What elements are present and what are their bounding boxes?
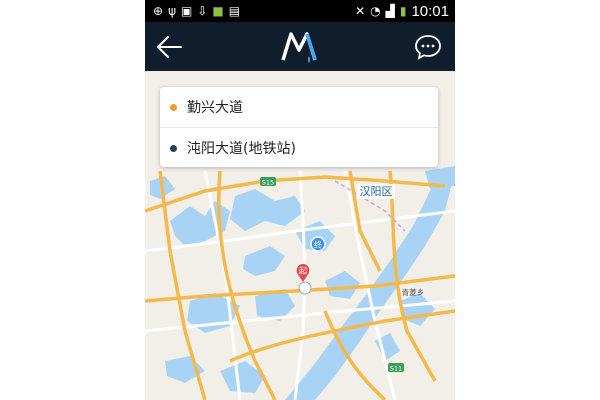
svg-text:汉阳区: 汉阳区 — [360, 185, 393, 198]
road-shield-s11: S11 — [388, 363, 404, 373]
area-label: 青菱乡 — [402, 287, 425, 297]
location-circle — [298, 281, 312, 295]
start-location-row[interactable]: 勤兴大道 — [160, 87, 438, 127]
signal-icon: ▟ — [385, 4, 395, 18]
end-location-row[interactable]: 沌阳大道(地铁站) — [160, 127, 438, 168]
road-shield-s15: S15 — [260, 177, 276, 187]
app-logo — [279, 30, 319, 64]
phone-screen: S15 S11 汉阳区 青菱乡 终 起 ⊕ ψ ▣ ⇩ ■ ▤ ✕ ◔ ▟ ▮ … — [145, 0, 455, 400]
start-dot-icon — [170, 103, 177, 111]
district-label: 汉阳区 — [357, 184, 395, 199]
chat-bubble-icon — [415, 35, 441, 60]
battery-icon: ▮ — [399, 4, 407, 18]
svg-text:S15: S15 — [262, 179, 274, 187]
download-icon: ⇩ — [197, 4, 208, 18]
m-logo-icon — [281, 32, 317, 63]
end-location-text: 沌阳大道(地铁站) — [187, 141, 296, 157]
svg-text:S11: S11 — [390, 365, 402, 373]
app-bar — [145, 22, 455, 71]
route-card: 勤兴大道 沌阳大道(地铁站) — [160, 87, 438, 167]
svg-text:终: 终 — [314, 240, 322, 250]
image-icon: ▣ — [180, 4, 193, 18]
svg-text:起: 起 — [299, 267, 307, 276]
status-bar: ⊕ ψ ▣ ⇩ ■ ▤ ✕ ◔ ▟ ▮ 10:01 — [145, 0, 455, 22]
arrow-left-icon — [157, 36, 182, 58]
message-button[interactable] — [414, 33, 442, 61]
wifi-icon: ◔ — [370, 4, 381, 18]
back-button[interactable] — [155, 33, 185, 61]
status-time: 10:01 — [411, 2, 449, 20]
end-marker[interactable]: 终 — [310, 236, 326, 252]
gps-icon: ⊕ — [153, 4, 164, 18]
mute-icon: ✕ — [355, 4, 366, 18]
usb-icon: ψ — [168, 4, 176, 18]
start-location-text: 勤兴大道 — [187, 100, 243, 116]
end-dot-icon — [170, 144, 177, 152]
android-icon: ■ — [212, 4, 224, 18]
sim-icon: ▤ — [228, 4, 241, 18]
